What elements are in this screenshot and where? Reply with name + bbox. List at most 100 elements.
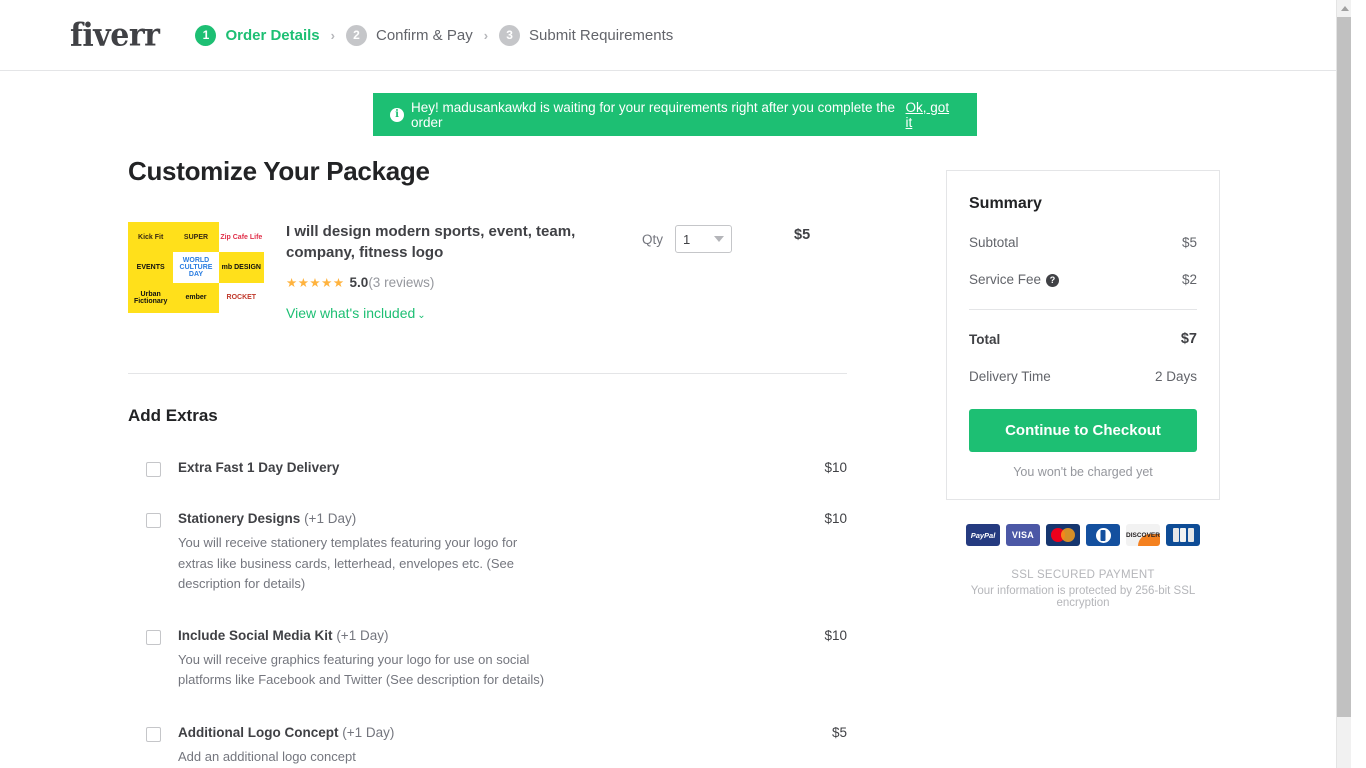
main-column: Customize Your Package Kick Fit SUPER Zi… [128,136,847,768]
site-header: fiverr 1 Order Details › 2 Confirm & Pay… [0,0,1351,71]
thumb-cell: Zip Cafe Life [218,222,264,253]
extra-body: Extra Fast 1 Day Delivery [178,460,797,477]
extra-price: $10 [824,511,847,527]
extra-label: Extra Fast 1 Day Delivery [178,460,797,475]
view-whats-included-link[interactable]: View what's included ⌄ [286,305,586,321]
step-separator-1: › [330,27,335,43]
thumb-cell: Kick Fit [128,222,174,253]
subtotal-label: Subtotal [969,235,1019,250]
gig-thumbnail: Kick Fit SUPER Zip Cafe Life EVENTS WORL… [128,222,264,313]
info-icon: i [390,107,404,122]
thumb-cell: mb DESIGN [218,252,264,283]
continue-to-checkout-button[interactable]: Continue to Checkout [969,409,1197,452]
service-fee-value: $2 [1181,272,1197,287]
step-1-label: Order Details [225,26,320,44]
paypal-icon: PayPal [966,524,1000,546]
diners-club-icon [1086,524,1120,546]
summary-row-total: Total $7 [969,331,1197,347]
thumb-cell: ROCKET [218,282,264,313]
qty-label: Qty [642,231,664,247]
thumb-cell: ember [173,282,219,313]
delivery-time-label: Delivery Time [969,369,1051,384]
step-separator-2: › [483,27,489,43]
help-icon[interactable]: ? [1046,273,1060,287]
chevron-down-icon [714,236,725,242]
extra-row: Extra Fast 1 Day Delivery $10 [128,460,847,478]
quantity-select[interactable]: 1 [675,225,733,253]
step-order-details[interactable]: 1 Order Details [195,24,320,46]
checkout-stepper: 1 Order Details › 2 Confirm & Pay › 3 Su… [195,24,674,46]
extra-price: $5 [831,724,847,740]
mastercard-icon [1046,524,1080,546]
subtotal-value: $5 [1181,235,1197,250]
summary-heading: Summary [969,195,1042,212]
extra-body: Include Social Media Kit (+1 Day) You wi… [178,628,797,691]
total-label: Total [969,331,1001,347]
extra-price: $10 [824,460,847,476]
service-fee-label: Service Fee? [969,272,1060,287]
summary-card: Summary Subtotal $5 Service Fee? $2 Tota… [946,170,1220,500]
extra-label: Additional Logo Concept (+1 Day) [178,725,797,740]
extra-checkbox-extra-fast-delivery[interactable] [146,462,161,478]
fiverr-logo[interactable]: fiverr [70,17,160,54]
rating-value: 5.0 [349,275,369,291]
extra-name-text: Additional Logo Concept [178,724,339,740]
extra-row: Stationery Designs (+1 Day) You will rec… [128,511,847,594]
extra-days-text: (+1 Day) [304,511,357,527]
extra-price: $10 [824,628,847,644]
extra-checkbox-social-media-kit[interactable] [146,630,161,646]
thumb-cell: EVENTS [128,252,174,283]
extra-checkbox-additional-logo-concept[interactable] [146,726,161,742]
mastercard-circles [1051,528,1075,542]
thumb-cell: WORLD CULTURE DAY [173,252,219,283]
gig-info: I will design modern sports, event, team… [286,222,586,321]
extra-label: Include Social Media Kit (+1 Day) [178,628,797,643]
step-3-label: Submit Requirements [529,26,674,44]
view-included-label: View what's included [286,305,416,322]
scrollbar-thumb[interactable] [1337,17,1351,717]
page-scrollbar[interactable] [1336,0,1351,768]
extra-days-text: (+1 Day) [336,628,389,644]
thumb-cell: Urban Fictionary [128,282,174,313]
reviews-count: (3 reviews) [368,275,435,291]
ssl-title: SSL SECURED PAYMENT [1011,569,1155,581]
quantity-control: Qty 1 [642,222,733,253]
scrollbar-up-arrow-icon[interactable] [1337,0,1351,17]
page-root: fiverr 1 Order Details › 2 Confirm & Pay… [0,0,1351,768]
service-fee-text: Service Fee [969,272,1042,287]
visa-icon: VISA [1006,524,1040,546]
step-submit-requirements[interactable]: 3 Submit Requirements [499,24,674,46]
summary-row-subtotal: Subtotal $5 [969,235,1197,250]
quantity-value: 1 [683,231,691,247]
step-confirm-pay[interactable]: 2 Confirm & Pay [346,24,473,46]
gig-row: Kick Fit SUPER Zip Cafe Life EVENTS WORL… [128,222,847,321]
gig-title[interactable]: I will design modern sports, event, team… [286,222,586,263]
extra-name-text: Stationery Designs [178,511,301,527]
total-value: $7 [1180,331,1197,347]
step-2-number: 2 [346,24,367,46]
extra-description: Add an additional logo concept [178,748,356,764]
star-rating-icon: ★★★★★ [286,276,345,291]
section-divider [128,373,847,375]
step-3-number: 3 [499,24,521,46]
summary-column: Summary Subtotal $5 Service Fee? $2 Tota… [946,170,1220,609]
thumb-cell: SUPER [173,222,219,253]
summary-row-delivery-time: Delivery Time 2 Days [969,369,1197,384]
gig-rating: ★★★★★ 5.0 (3 reviews) [286,275,586,290]
diners-ring [1095,527,1111,543]
extra-description: You will receive stationery templates fe… [178,535,518,591]
jcb-bars [1172,528,1194,542]
banner-dismiss-link[interactable]: Ok, got it [906,100,957,130]
extra-row: Include Social Media Kit (+1 Day) You wi… [128,628,847,691]
extra-body: Stationery Designs (+1 Day) You will rec… [178,511,797,594]
extra-checkbox-stationery-designs[interactable] [146,513,161,529]
discover-label: DISCOVER [1126,531,1160,539]
extra-body: Additional Logo Concept (+1 Day) Add an … [178,725,797,767]
payment-methods: PayPal VISA DISCOVER [946,524,1220,546]
step-1-number: 1 [195,24,217,46]
extra-name-text: Include Social Media Kit [178,628,333,644]
chevron-down-icon: ⌄ [417,310,426,322]
extra-days-text: (+1 Day) [342,724,395,740]
notification-banner: i Hey! madusankawkd is waiting for your … [373,93,977,136]
no-charge-note: You won't be charged yet [1013,465,1153,479]
